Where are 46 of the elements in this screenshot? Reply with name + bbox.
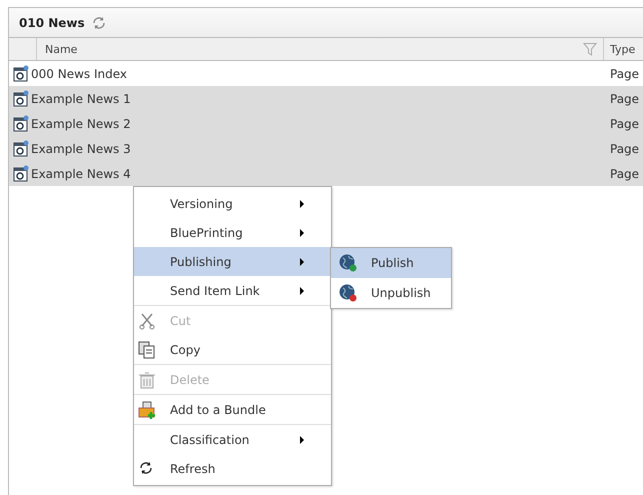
page-icon [13, 65, 30, 82]
table-row[interactable]: Example News 2 Page [9, 111, 643, 136]
submenu-arrow-icon [300, 200, 304, 208]
table-row[interactable]: 000 News Index Page [9, 61, 643, 86]
submenu-arrow-icon [300, 228, 304, 236]
table-row[interactable]: Example News 3 Page [9, 136, 643, 161]
menu-item[interactable]: Add to a Bundle [134, 395, 331, 424]
menu-item[interactable]: Copy [134, 335, 331, 364]
globe-icon [339, 284, 357, 302]
panel-title: 010 News [19, 16, 85, 30]
menu-item[interactable]: Publishing [134, 247, 331, 276]
table-cell-text: Page [609, 166, 640, 180]
submenu-arrow-icon [300, 436, 304, 444]
submenu-arrow-icon [300, 258, 304, 266]
menu-item[interactable]: Versioning [134, 189, 331, 218]
table-cell: Example News 2 [31, 116, 131, 130]
table-cell: Example News 3 [31, 142, 131, 156]
page-icon [13, 90, 30, 107]
filter-icon [583, 42, 597, 56]
page-icon [13, 140, 30, 157]
table-row[interactable]: Example News 1 Page [9, 86, 643, 111]
table-cell-text: Page [609, 66, 640, 80]
table-cell-text: Page [609, 92, 640, 106]
table-cell: Example News 1 [31, 92, 131, 106]
menu-item[interactable]: Refresh [134, 454, 331, 483]
column-header[interactable]: Type [610, 42, 636, 56]
table-cell: Example News 4 [31, 166, 131, 180]
column-header[interactable]: Name [45, 42, 78, 56]
page-icon [13, 115, 30, 132]
table-cell-text: Page [609, 116, 640, 130]
trash-icon [138, 370, 156, 388]
page-icon [13, 165, 30, 182]
table-row[interactable]: Example News 4 Page [9, 161, 643, 186]
menu-item[interactable]: Publish [331, 248, 451, 278]
refresh-icon [90, 14, 107, 30]
table-cell: 000 News Index [31, 66, 127, 80]
submenu-arrow-icon [300, 286, 304, 294]
menu-item[interactable]: Send Item Link [134, 276, 331, 305]
menu-item[interactable]: Classification [134, 425, 331, 454]
menu-item[interactable]: Unpublish [331, 278, 451, 308]
cut-icon [138, 312, 156, 330]
table-cell-text: Page [609, 142, 640, 156]
menu-item[interactable]: BluePrinting [134, 218, 331, 247]
copy-icon [138, 340, 156, 358]
globe-icon [339, 254, 357, 272]
bundle-icon [138, 400, 156, 418]
